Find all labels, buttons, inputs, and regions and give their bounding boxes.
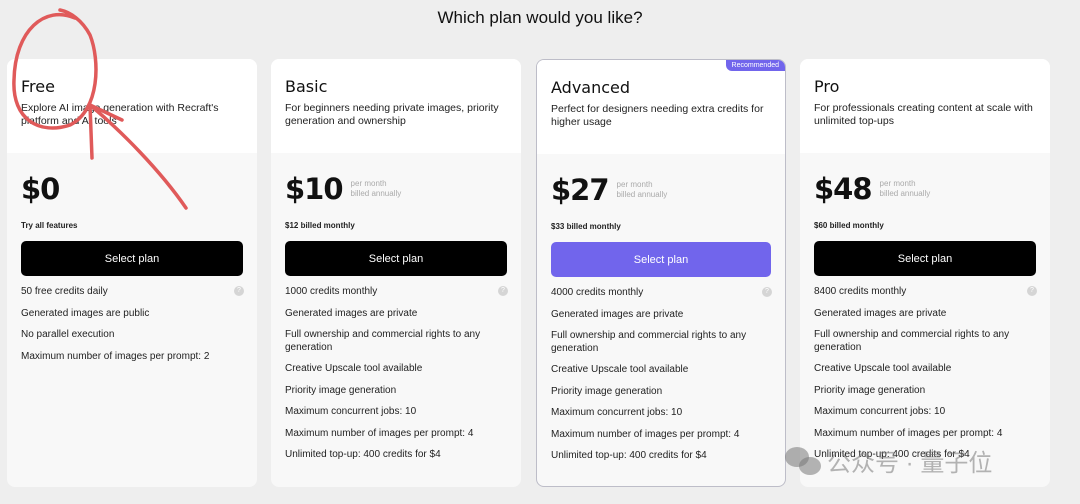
plan-card-basic: Basic For beginners needing private image… — [271, 59, 521, 487]
feature-item: Maximum number of images per prompt: 2 — [21, 351, 243, 364]
plan-name: Free — [21, 77, 55, 96]
feature-item: Maximum concurrent jobs: 10 — [285, 406, 507, 419]
feature-item: Priority image generation — [814, 385, 1036, 398]
feature-text: Maximum concurrent jobs: 10 — [285, 406, 417, 417]
feature-item: 50 free credits daily? — [21, 286, 244, 299]
feature-item: Maximum concurrent jobs: 10 — [814, 406, 1036, 419]
feature-item: Unlimited top-up: 400 credits for $4 — [551, 450, 771, 463]
price-period: per month — [616, 180, 653, 189]
feature-text: Generated images are private — [285, 307, 418, 319]
price-period: per month — [879, 179, 916, 188]
plan-name: Pro — [814, 77, 840, 96]
feature-text: Priority image generation — [551, 385, 663, 397]
plan-price: $27 — [551, 173, 610, 207]
plan-description: For beginners needing private images, pr… — [285, 102, 499, 127]
feature-text: Generated images are private — [551, 308, 684, 320]
feature-item: 1000 credits monthly? — [285, 286, 508, 299]
feature-text: Full ownership and commercial rights to … — [285, 329, 481, 353]
plan-card-free: Free Explore AI image generation with Rec… — [7, 59, 257, 487]
price-billing: billed annually — [616, 190, 668, 199]
feature-text: Full ownership and commercial rights to … — [551, 330, 747, 354]
feature-text: Maximum number of images per prompt: 4 — [285, 427, 474, 439]
select-plan-button[interactable]: Select plan — [285, 241, 507, 276]
help-icon[interactable]: ? — [498, 286, 508, 296]
watermark-text: 公众号 · 量子位 — [827, 450, 993, 477]
help-icon[interactable]: ? — [1027, 286, 1037, 296]
feature-text: Maximum number of images per prompt: 4 — [551, 428, 740, 440]
feature-text: 1000 credits monthly — [285, 286, 378, 297]
feature-item: Full ownership and commercial rights to … — [814, 329, 1036, 354]
feature-text: Generated images are private — [814, 307, 947, 319]
feature-item: Maximum concurrent jobs: 10 — [551, 407, 771, 420]
feature-text: Maximum concurrent jobs: 10 — [551, 407, 683, 418]
feature-item: Priority image generation — [551, 386, 771, 399]
feature-item: Creative Upscale tool available — [285, 363, 507, 376]
feature-item: No parallel execution — [21, 329, 243, 342]
feature-item: Creative Upscale tool available — [551, 364, 771, 377]
watermark: 公众号 · 量子位 — [785, 443, 992, 478]
feature-item: Generated images are public — [21, 308, 243, 321]
feature-item: Unlimited top-up: 400 credits for $4 — [285, 449, 507, 462]
feature-text: Creative Upscale tool available — [551, 364, 689, 375]
feature-text: Unlimited top-up: 400 credits for $4 — [551, 450, 707, 461]
feature-text: Creative Upscale tool available — [285, 363, 423, 374]
feature-text: 8400 credits monthly — [814, 286, 907, 297]
feature-text: Priority image generation — [285, 384, 397, 396]
feature-text: Full ownership and commercial rights to … — [814, 329, 1010, 353]
plan-name: Advanced — [551, 78, 631, 97]
feature-item: Generated images are private — [814, 308, 1036, 321]
plan-subtext: Try all features — [21, 221, 78, 230]
feature-item: Full ownership and commercial rights to … — [285, 329, 507, 354]
feature-item: Maximum number of images per prompt: 4 — [285, 428, 507, 441]
recommended-badge: Recommended — [725, 60, 785, 71]
plan-price: $10 — [285, 172, 344, 206]
plan-price: $48 — [814, 172, 873, 206]
price-period: per month — [350, 179, 387, 188]
feature-text: Maximum concurrent jobs: 10 — [814, 406, 946, 417]
feature-item: 4000 credits monthly? — [551, 287, 772, 300]
wechat-icon — [785, 446, 821, 475]
plan-subtext: $12 billed monthly — [285, 221, 355, 230]
plan-card-advanced: Recommended Advanced Perfect for designers… — [536, 59, 786, 487]
feature-item: Generated images are private — [285, 308, 507, 321]
plan-description: Explore AI image generation with Recraft… — [21, 102, 219, 127]
feature-text: No parallel execution — [21, 329, 115, 340]
plan-description: Perfect for designers needing extra cred… — [551, 103, 764, 128]
feature-text: 4000 credits monthly — [551, 287, 644, 298]
plan-description: For professionals creating content at sc… — [814, 102, 1033, 127]
feature-text: Unlimited top-up: 400 credits for $4 — [285, 449, 441, 460]
feature-item: Maximum number of images per prompt: 4 — [814, 428, 1036, 441]
plan-subtext: $33 billed monthly — [551, 222, 621, 231]
feature-item: Priority image generation — [285, 385, 507, 398]
feature-text: Maximum number of images per prompt: 2 — [21, 350, 210, 362]
select-plan-button[interactable]: Select plan — [814, 241, 1036, 276]
plan-name: Basic — [285, 77, 328, 96]
feature-text: 50 free credits daily — [21, 286, 108, 297]
feature-text: Priority image generation — [814, 384, 926, 396]
feature-text: Maximum number of images per prompt: 4 — [814, 427, 1003, 439]
feature-item: Generated images are private — [551, 309, 771, 322]
feature-item: Maximum number of images per prompt: 4 — [551, 429, 771, 442]
select-plan-button[interactable]: Select plan — [551, 242, 771, 277]
plan-price: $0 — [21, 172, 60, 206]
feature-text: Generated images are public — [21, 307, 150, 319]
help-icon[interactable]: ? — [234, 286, 244, 296]
plan-subtext: $60 billed monthly — [814, 221, 884, 230]
feature-text: Creative Upscale tool available — [814, 363, 952, 374]
help-icon[interactable]: ? — [762, 287, 772, 297]
feature-item: Creative Upscale tool available — [814, 363, 1036, 376]
feature-item: 8400 credits monthly? — [814, 286, 1037, 299]
plan-card-pro: Pro For professionals creating content at… — [800, 59, 1050, 487]
select-plan-button[interactable]: Select plan — [21, 241, 243, 276]
feature-item: Full ownership and commercial rights to … — [551, 330, 771, 355]
page-title: Which plan would you like? — [437, 8, 643, 27]
price-billing: billed annually — [879, 189, 931, 198]
price-billing: billed annually — [350, 189, 402, 198]
